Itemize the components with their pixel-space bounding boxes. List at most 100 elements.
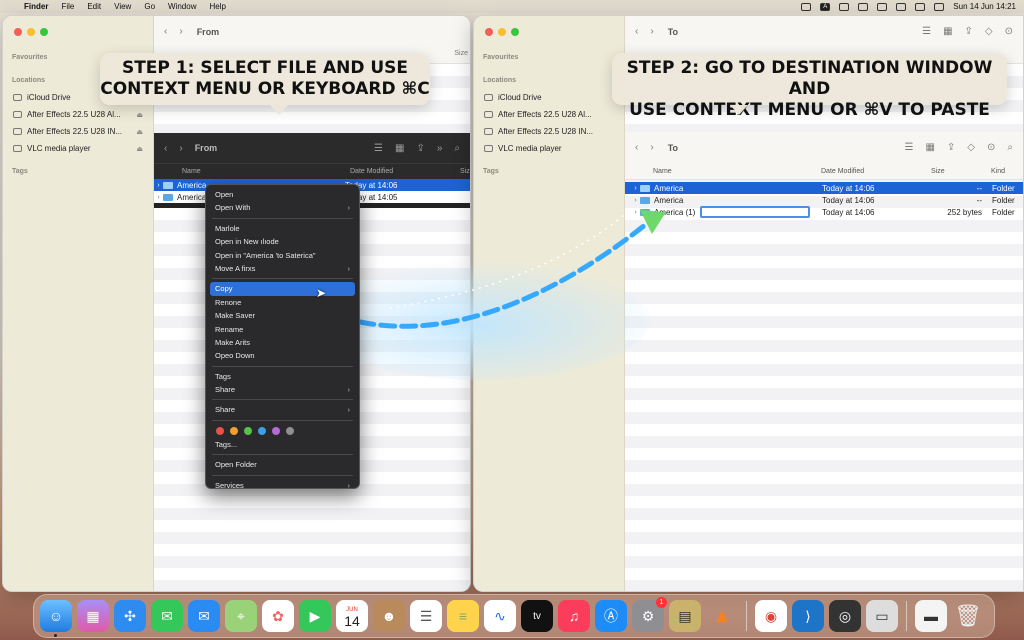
disclosure-icon[interactable]: › <box>631 209 640 216</box>
menu-item-tags-more[interactable]: Tags... <box>210 438 355 451</box>
clipboard-icon[interactable] <box>896 2 907 11</box>
menu-go[interactable]: Go <box>144 2 155 11</box>
trash-dock-icon[interactable]: 🗑 <box>952 600 984 632</box>
app-store-dock-icon[interactable]: Ⓐ <box>595 600 627 632</box>
column-name[interactable]: Name <box>625 168 821 175</box>
calendar-dock-icon[interactable]: JUN 14 <box>336 600 368 632</box>
launchpad-dock-icon[interactable]: ▦ <box>77 600 109 632</box>
tag-red-icon[interactable] <box>216 426 224 435</box>
action-icon[interactable]: ⊙ <box>1005 26 1013 37</box>
menu-item-share-2[interactable]: Share › <box>210 403 355 416</box>
mail-dock-icon[interactable]: ✉ <box>188 600 220 632</box>
share-icon[interactable]: ⇪ <box>965 26 973 37</box>
tv-dock-icon[interactable]: tv <box>521 600 553 632</box>
menu-item-3-1[interactable]: Renone <box>210 296 355 309</box>
siri-icon[interactable] <box>934 2 945 11</box>
column-date[interactable]: Date Modified <box>821 168 931 175</box>
freeform-dock-icon[interactable]: ∿ <box>484 600 516 632</box>
messages-dock-icon[interactable]: ✉ <box>151 600 183 632</box>
sidebar-item-ae-1[interactable]: After Effects 22.5 U28 Al... ⏏ <box>3 106 153 123</box>
contacts-dock-icon[interactable]: ☻ <box>373 600 405 632</box>
menu-item-2-2[interactable]: Open in "America 'to Saterica" <box>210 249 355 262</box>
menu-finder[interactable]: Finder <box>24 2 48 11</box>
menu-item-open-with[interactable]: Open With › <box>210 201 355 214</box>
tag-green-icon[interactable] <box>244 426 252 435</box>
grid-view-icon[interactable]: ▦ <box>395 143 404 154</box>
menu-item-open[interactable]: Open <box>210 188 355 201</box>
eject-icon[interactable]: ⏏ <box>136 128 143 136</box>
file-row-america-copy[interactable]: › America (1) Today at 14:06 252 bytes F… <box>625 206 1023 218</box>
back-icon[interactable]: ‹ <box>635 142 638 153</box>
disclosure-icon[interactable]: › <box>154 182 163 189</box>
tag-icon[interactable]: ◇ <box>967 142 975 153</box>
column-size[interactable]: Siz <box>460 168 470 175</box>
finder-dock-icon[interactable]: ☺ <box>40 600 72 637</box>
minimize-button[interactable] <box>27 28 35 36</box>
tag-gray-icon[interactable] <box>286 426 294 435</box>
file-row-america[interactable]: › America Today at 14:06 -- Folder <box>625 194 1023 206</box>
zoom-button[interactable] <box>511 28 519 36</box>
list-view-icon[interactable]: ☰ <box>922 26 931 37</box>
quicktime-dock-icon[interactable]: ◎ <box>829 600 861 632</box>
menu-item-2-0[interactable]: Marlole <box>210 222 355 235</box>
menubar-clock[interactable]: Sun 14 Jun 14:21 <box>953 2 1016 11</box>
grid-view-icon[interactable]: ▦ <box>925 142 934 153</box>
tag-orange-icon[interactable] <box>230 426 238 435</box>
menu-item-share-1[interactable]: Share › <box>210 383 355 396</box>
input-source-icon[interactable]: A <box>820 2 831 11</box>
sidebar-item-ae-2[interactable]: After Effects 22.5 U28 IN... <box>474 123 624 140</box>
column-date[interactable]: Date Modified <box>350 168 460 175</box>
sidebar-item-ae-2[interactable]: After Effects 22.5 U28 IN... ⏏ <box>3 123 153 140</box>
menu-item-rename[interactable]: Rename <box>210 323 355 336</box>
search-icon[interactable]: ⌕ <box>1007 142 1013 153</box>
list-view-icon[interactable]: ☰ <box>374 143 383 154</box>
menu-item-2-1[interactable]: Open in New ılıode <box>210 235 355 248</box>
eject-icon[interactable]: ⏏ <box>136 145 143 153</box>
back-icon[interactable]: ‹ <box>164 143 167 154</box>
zoom-button[interactable] <box>40 28 48 36</box>
safari-dock-icon[interactable]: ✣ <box>114 600 146 632</box>
facetime-dock-icon[interactable]: ▶ <box>299 600 331 632</box>
chrome-dock-icon[interactable]: ◉ <box>755 600 787 632</box>
rename-field[interactable] <box>700 206 810 218</box>
share-icon[interactable]: ⇪ <box>416 143 424 154</box>
screen-mirroring-icon[interactable] <box>801 2 812 11</box>
maps-dock-icon[interactable]: ⌖ <box>225 600 257 632</box>
cloud-icon[interactable] <box>858 2 869 11</box>
forward-icon[interactable]: › <box>179 26 182 37</box>
music-dock-icon[interactable]: ♫ <box>558 600 590 632</box>
sidebar-item-vlc[interactable]: VLC media player <box>474 140 624 157</box>
column-name[interactable]: Name <box>154 168 350 175</box>
menu-item-open-folder[interactable]: Open Folder <box>210 458 355 471</box>
menu-item-tags[interactable]: Tags <box>210 370 355 383</box>
forward-icon[interactable]: › <box>179 143 182 154</box>
list-view-icon[interactable]: ☰ <box>904 142 913 153</box>
back-icon[interactable]: ‹ <box>635 26 638 37</box>
wifi-icon[interactable] <box>877 2 888 11</box>
downloads-dock-icon[interactable]: ▬ <box>915 600 947 632</box>
menu-view[interactable]: View <box>114 2 131 11</box>
disclosure-icon[interactable]: › <box>154 194 163 201</box>
grid-view-icon[interactable]: ▦ <box>943 26 952 37</box>
close-button[interactable] <box>14 28 22 36</box>
search-icon[interactable]: ⌕ <box>454 143 460 154</box>
control-center-icon[interactable] <box>915 2 926 11</box>
menu-item-copy[interactable]: Copy <box>210 282 355 296</box>
menu-item-services[interactable]: Services › <box>210 479 355 492</box>
sidebar-item-vlc[interactable]: VLC media player ⏏ <box>3 140 153 157</box>
column-kind[interactable]: Kind <box>991 168 1005 175</box>
menu-window[interactable]: Window <box>168 2 196 11</box>
system-settings-dock-icon[interactable]: ⚙ 1 <box>632 597 667 632</box>
vscode-dock-icon[interactable]: ⟩ <box>792 600 824 632</box>
photos-dock-icon[interactable]: ✿ <box>262 600 294 632</box>
menu-item-3-2[interactable]: Make Saver <box>210 309 355 322</box>
tag-icon[interactable]: ◇ <box>985 26 993 37</box>
forward-icon[interactable]: › <box>650 142 653 153</box>
share-icon[interactable]: ⇪ <box>947 142 955 153</box>
battery-icon[interactable] <box>839 2 850 11</box>
disclosure-icon[interactable]: › <box>631 185 640 192</box>
more-icon[interactable]: » <box>437 143 443 154</box>
sidebar-item-ae-1[interactable]: After Effects 22.5 U28 Al... <box>474 106 624 123</box>
disclosure-icon[interactable]: › <box>631 197 640 204</box>
menu-item-3-5[interactable]: Opeo Down <box>210 349 355 362</box>
